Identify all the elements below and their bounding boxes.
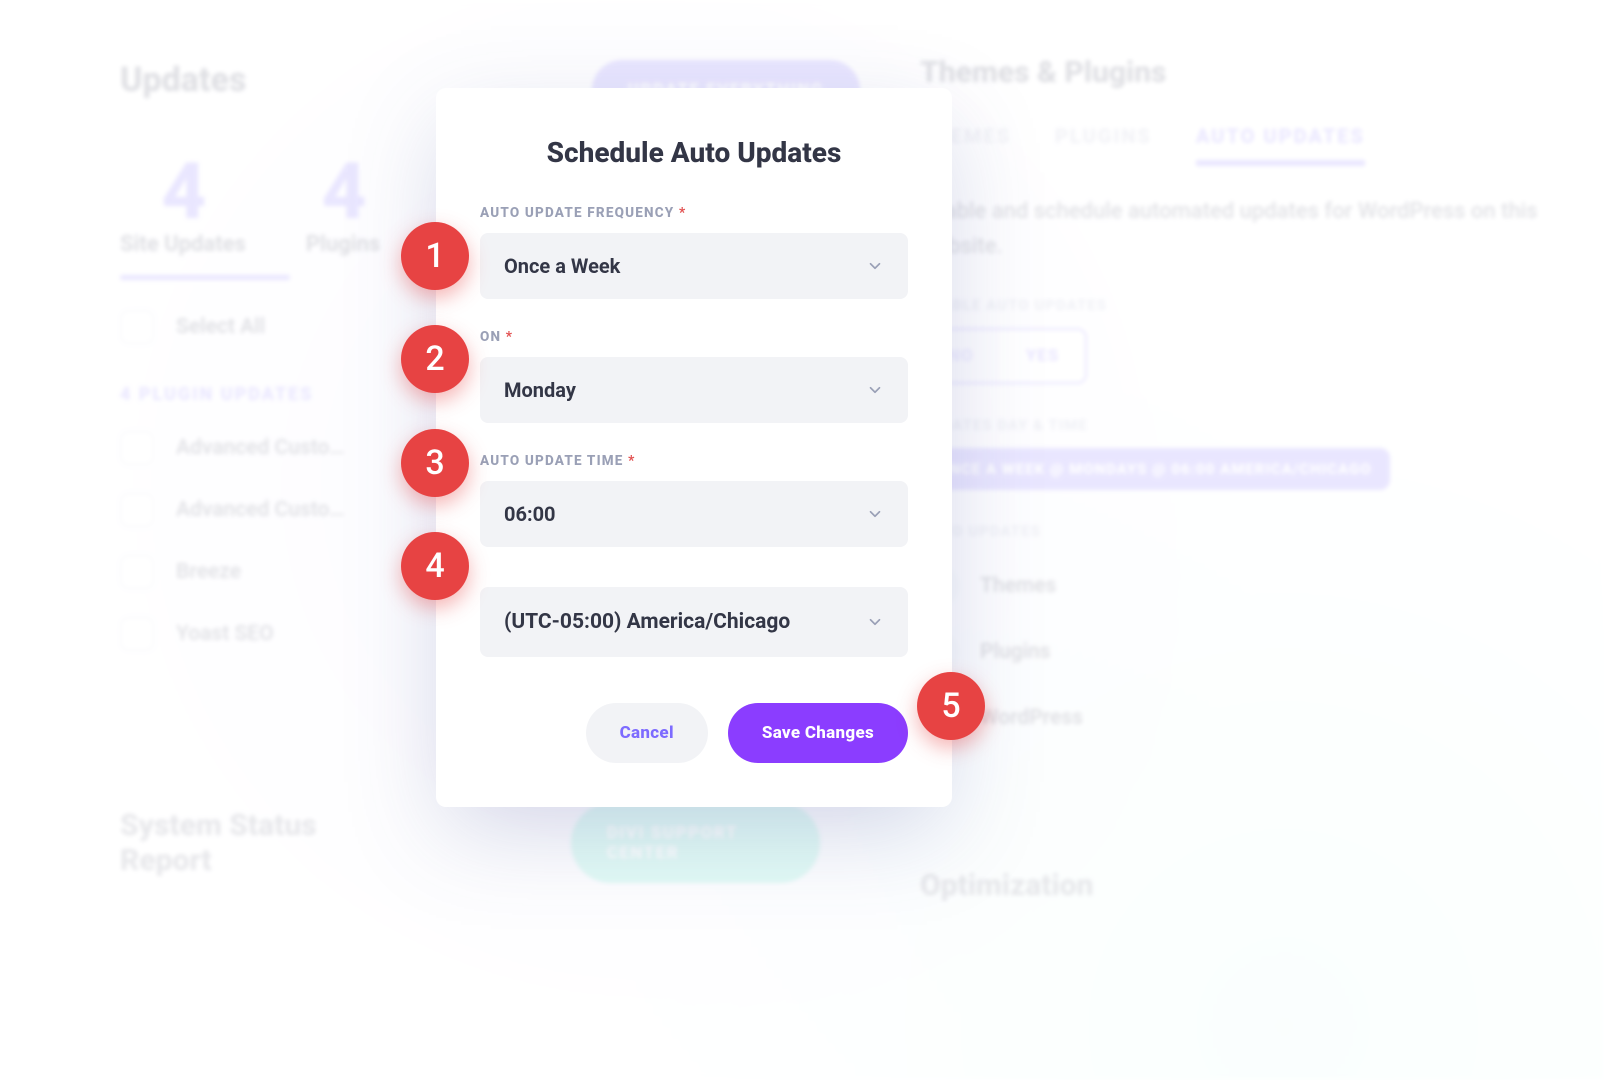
chevron-down-icon <box>866 381 884 399</box>
on-value: Monday <box>504 378 576 402</box>
annotation-callout-1: 1 <box>401 222 469 290</box>
modal-title: Schedule Auto Updates <box>480 136 908 169</box>
annotation-callout-4: 4 <box>401 532 469 600</box>
time-label: AUTO UPDATE TIME * <box>480 453 908 469</box>
timezone-field: (UTC-05:00) America/Chicago <box>480 587 908 657</box>
time-select[interactable]: 06:00 <box>480 481 908 547</box>
annotation-callout-2: 2 <box>401 325 469 393</box>
time-label-text: AUTO UPDATE TIME <box>480 453 624 469</box>
frequency-field: AUTO UPDATE FREQUENCY * Once a Week <box>480 205 908 299</box>
chevron-down-icon <box>866 613 884 631</box>
timezone-value: (UTC-05:00) America/Chicago <box>504 610 790 634</box>
time-value: 06:00 <box>504 502 556 526</box>
cancel-button[interactable]: Cancel <box>586 703 708 763</box>
modal-actions: Cancel Save Changes <box>480 703 908 763</box>
required-indicator: * <box>506 329 513 345</box>
chevron-down-icon <box>866 257 884 275</box>
frequency-value: Once a Week <box>504 254 620 278</box>
on-label: ON * <box>480 329 908 345</box>
frequency-label-text: AUTO UPDATE FREQUENCY <box>480 205 674 221</box>
annotation-callout-3: 3 <box>401 429 469 497</box>
frequency-label: AUTO UPDATE FREQUENCY * <box>480 205 908 221</box>
time-field: AUTO UPDATE TIME * 06:00 <box>480 453 908 547</box>
annotation-callout-5: 5 <box>917 672 985 740</box>
save-changes-button[interactable]: Save Changes <box>728 703 908 763</box>
required-indicator: * <box>679 205 686 221</box>
chevron-down-icon <box>866 505 884 523</box>
on-field: ON * Monday <box>480 329 908 423</box>
on-label-text: ON <box>480 329 501 345</box>
schedule-auto-updates-modal: Schedule Auto Updates AUTO UPDATE FREQUE… <box>436 88 952 807</box>
on-select[interactable]: Monday <box>480 357 908 423</box>
timezone-select[interactable]: (UTC-05:00) America/Chicago <box>480 587 908 657</box>
frequency-select[interactable]: Once a Week <box>480 233 908 299</box>
required-indicator: * <box>628 453 635 469</box>
